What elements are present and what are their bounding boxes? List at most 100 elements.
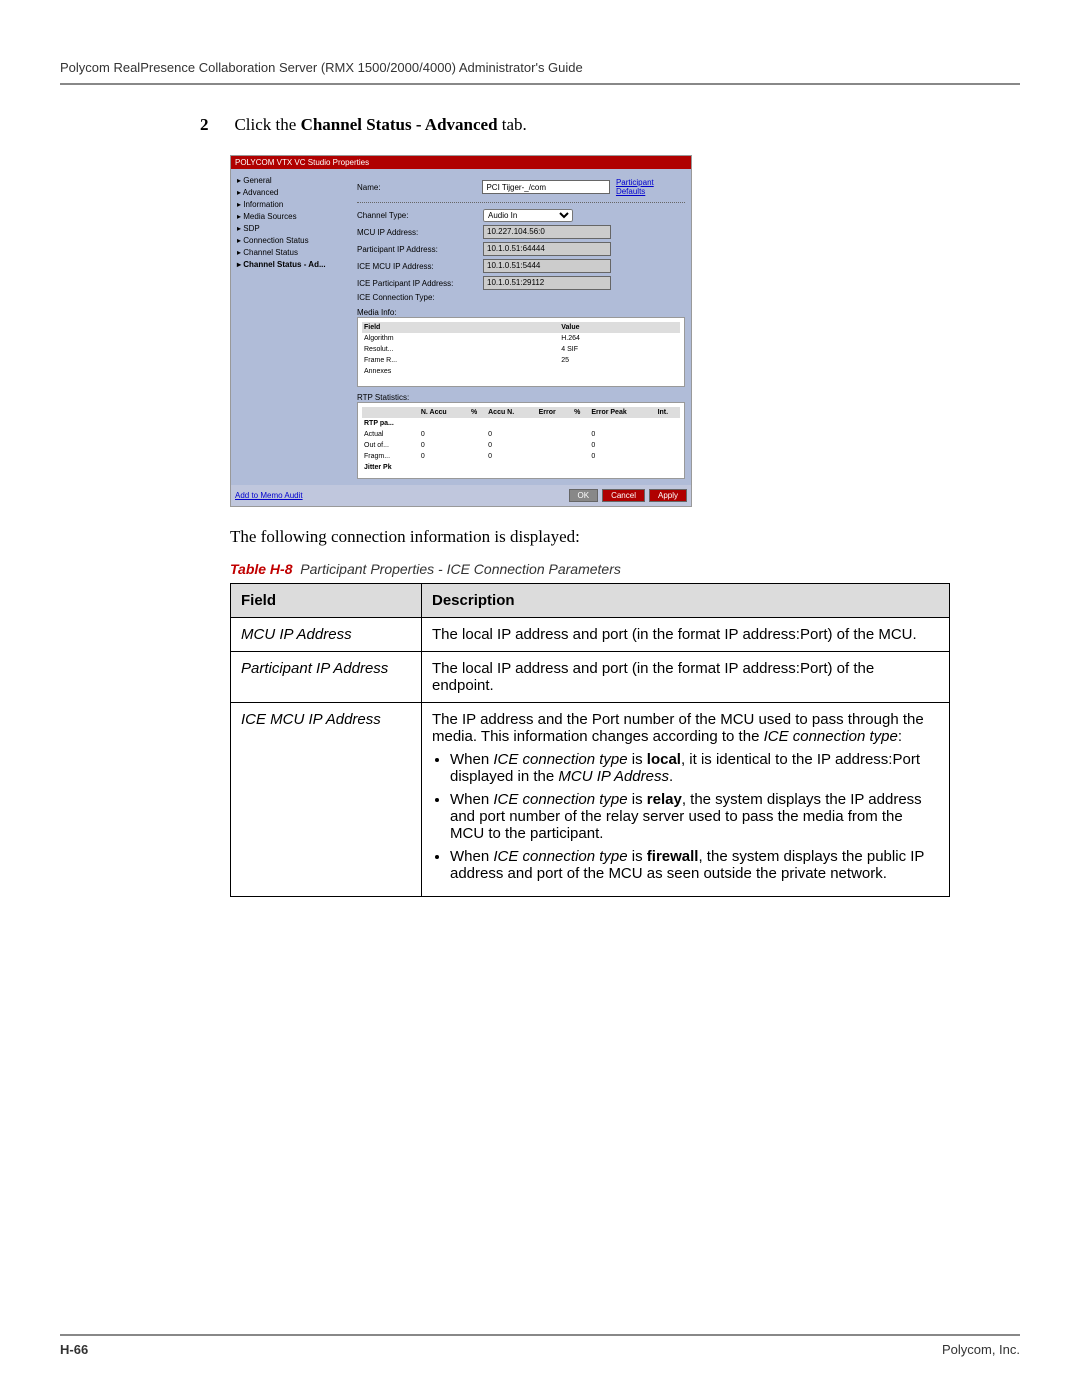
td: 4 SIF xyxy=(559,344,680,355)
dialog-title: POLYCOM VTX VC Studio Properties xyxy=(231,156,691,169)
t: is xyxy=(628,791,647,808)
properties-table: Field Description MCU IP Address The loc… xyxy=(230,583,950,897)
t: MCU IP Address xyxy=(558,768,669,785)
field-name: ICE MCU IP Address xyxy=(231,702,422,896)
table-caption: Table H-8 Participant Properties - ICE C… xyxy=(230,561,1020,577)
row-label: Participant IP Address: xyxy=(357,245,477,254)
paragraph: The following connection information is … xyxy=(230,527,920,547)
dialog-nav: ▸ General ▸ Advanced ▸ Information ▸ Med… xyxy=(237,175,347,479)
list-item: When ICE connection type is relay, the s… xyxy=(450,791,939,842)
nav-label: Information xyxy=(243,200,283,209)
t: ICE connection type xyxy=(493,848,627,865)
td: Annexes xyxy=(362,366,559,377)
td: Out of... xyxy=(362,440,419,451)
rtp-box: N. Accu % Accu N. Error % Error Peak Int… xyxy=(357,402,685,479)
field-name: MCU IP Address xyxy=(231,617,422,651)
rtp-title: RTP Statistics: xyxy=(357,393,685,402)
td: 0 xyxy=(589,440,655,451)
row-value: 10.227.104.56:0 xyxy=(483,225,611,239)
td: 0 xyxy=(589,451,655,462)
company: Polycom, Inc. xyxy=(942,1342,1020,1357)
footer: H-66 Polycom, Inc. xyxy=(60,1334,1020,1357)
channel-type-select[interactable]: Audio In xyxy=(483,209,573,222)
list-item: When ICE connection type is firewall, th… xyxy=(450,848,939,882)
nav-label: Media Sources xyxy=(243,212,296,221)
memo-link[interactable]: Add to Memo Audit xyxy=(235,491,303,500)
th: % xyxy=(572,407,589,418)
desc-em: ICE connection type xyxy=(764,728,898,745)
t: When xyxy=(450,751,493,768)
th: Error xyxy=(537,407,573,418)
nav-label: Connection Status xyxy=(243,236,308,245)
step-pre: Click the xyxy=(234,115,300,134)
nav-label: General xyxy=(243,176,271,185)
td: Jitter Pk xyxy=(362,462,419,473)
td: 0 xyxy=(419,440,469,451)
t: When xyxy=(450,791,493,808)
desc-colon: : xyxy=(898,728,902,745)
media-box: FieldValue AlgorithmH.264 Resolut...4 SI… xyxy=(357,317,685,387)
name-label: Name: xyxy=(357,183,476,192)
header-rule xyxy=(60,83,1020,85)
row-value: 10.1.0.51:5444 xyxy=(483,259,611,273)
th: Error Peak xyxy=(589,407,655,418)
th: Accu N. xyxy=(486,407,537,418)
row-label: MCU IP Address: xyxy=(357,228,477,237)
nav-item-selected[interactable]: ▸ Channel Status - Ad... xyxy=(237,259,347,271)
td: 0 xyxy=(486,451,537,462)
th: N. Accu xyxy=(419,407,469,418)
channel-type-label: Channel Type: xyxy=(357,211,477,220)
field-desc: The local IP address and port (in the fo… xyxy=(422,651,950,702)
th: Value xyxy=(559,322,680,333)
td: Algorithm xyxy=(362,333,559,344)
row-label: ICE Participant IP Address: xyxy=(357,279,477,288)
field-desc: The local IP address and port (in the fo… xyxy=(422,617,950,651)
nav-item[interactable]: ▸ Channel Status xyxy=(237,247,347,259)
ok-button[interactable]: OK xyxy=(569,489,599,502)
nav-label: SDP xyxy=(243,224,259,233)
table-row: Participant IP Address The local IP addr… xyxy=(231,651,950,702)
td: 0 xyxy=(419,451,469,462)
step-number: 2 xyxy=(200,115,230,135)
t: is xyxy=(628,751,647,768)
td: H.264 xyxy=(559,333,680,344)
name-input[interactable] xyxy=(482,180,609,194)
step-post: tab. xyxy=(498,115,527,134)
cancel-button[interactable]: Cancel xyxy=(602,489,645,502)
th: Int. xyxy=(656,407,680,418)
t: ICE connection type xyxy=(493,751,627,768)
caption-title: Participant Properties - ICE Connection … xyxy=(300,561,621,577)
t: When xyxy=(450,848,493,865)
t: . xyxy=(669,768,673,785)
step-bold: Channel Status - Advanced xyxy=(301,115,498,134)
list-item: When ICE connection type is local, it is… xyxy=(450,751,939,785)
row-value: 10.1.0.51:29112 xyxy=(483,276,611,290)
nav-label: Advanced xyxy=(243,188,279,197)
row-label: ICE MCU IP Address: xyxy=(357,262,477,271)
nav-item[interactable]: ▸ SDP xyxy=(237,223,347,235)
apply-button[interactable]: Apply xyxy=(649,489,687,502)
th: Field xyxy=(362,322,559,333)
nav-item[interactable]: ▸ Connection Status xyxy=(237,235,347,247)
td: RTP pa... xyxy=(362,418,419,429)
row-value: 10.1.0.51:64444 xyxy=(483,242,611,256)
header: Polycom RealPresence Collaboration Serve… xyxy=(60,60,1020,83)
nav-item[interactable]: ▸ General xyxy=(237,175,347,187)
defaults-link[interactable]: Participant Defaults xyxy=(616,178,685,196)
media-title: Media Info: xyxy=(357,308,685,317)
page-number: H-66 xyxy=(60,1342,88,1357)
table-row: ICE MCU IP Address The IP address and th… xyxy=(231,702,950,896)
t: local xyxy=(647,751,681,768)
nav-item[interactable]: ▸ Media Sources xyxy=(237,211,347,223)
t: relay xyxy=(647,791,682,808)
step-2: 2 Click the Channel Status - Advanced ta… xyxy=(200,115,920,135)
t: is xyxy=(628,848,647,865)
nav-item[interactable]: ▸ Information xyxy=(237,199,347,211)
t: firewall xyxy=(647,848,699,865)
bullet-list: When ICE connection type is local, it is… xyxy=(432,751,939,882)
step-text: Click the Channel Status - Advanced tab. xyxy=(234,115,526,134)
td: 0 xyxy=(486,429,537,440)
td xyxy=(559,366,680,377)
nav-item[interactable]: ▸ Advanced xyxy=(237,187,347,199)
t: ICE connection type xyxy=(493,791,627,808)
